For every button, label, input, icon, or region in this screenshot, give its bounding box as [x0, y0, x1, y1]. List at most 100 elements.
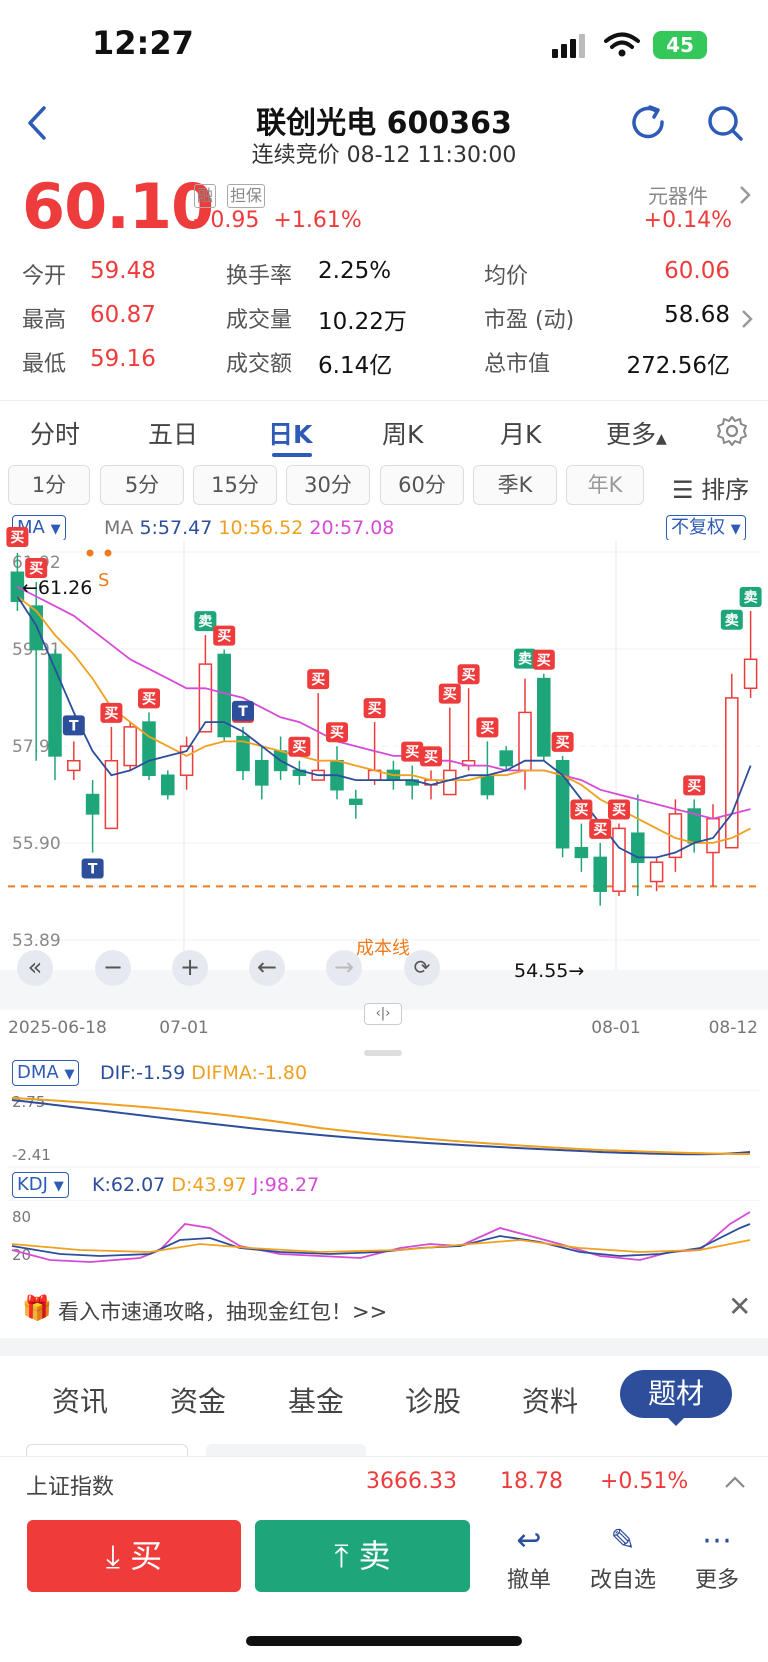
tab-theme[interactable]: 题材 — [620, 1370, 732, 1418]
tab-funds-flow[interactable]: 资金 — [170, 1380, 226, 1420]
arrow-left-icon[interactable]: ← — [249, 950, 285, 986]
candle-body — [725, 697, 739, 849]
period-15min[interactable]: 15分 — [193, 465, 277, 505]
tab-monthly-k[interactable]: 月K — [500, 415, 541, 451]
cost-line-label: 成本线 — [356, 938, 410, 959]
tab-weekly-k[interactable]: 周K — [382, 415, 423, 451]
quote-label: 成交量 — [226, 308, 293, 333]
chevron-up-icon[interactable] — [724, 1475, 746, 1489]
index-value: 3666.33 — [366, 1469, 457, 1494]
trade-marker-label: 买 — [462, 667, 476, 683]
trade-marker-label: 卖 — [198, 613, 212, 630]
chart-tabs: 分时 五日 日K 周K 月K 更多▲ — [0, 400, 768, 460]
trade-marker-label: 买 — [368, 701, 382, 717]
buy-icon: ⤓ — [105, 1537, 120, 1575]
gear-icon[interactable] — [716, 415, 748, 447]
drag-handle-icon[interactable]: ‹|› — [364, 1003, 402, 1025]
fast-back-icon[interactable]: « — [17, 950, 53, 986]
period-5min[interactable]: 5分 — [100, 465, 184, 505]
more-button[interactable]: ⋯ 更多 — [672, 1520, 762, 1594]
sell-button[interactable]: ⤒ 卖 — [255, 1520, 470, 1592]
buy-button[interactable]: ⤓ 买 — [27, 1520, 241, 1592]
margin-tag: 融 — [194, 184, 217, 208]
quote-value: 10.22万 — [318, 309, 407, 335]
candle-body — [743, 658, 758, 690]
trade-marker-label: 买 — [10, 530, 24, 546]
rotate-icon[interactable]: ⟳ — [404, 950, 440, 986]
dma-selector[interactable]: DMA ▼ — [12, 1060, 80, 1086]
candle-body — [255, 759, 269, 786]
arrow-right-icon[interactable]: → — [326, 950, 362, 986]
period-1min[interactable]: 1分 — [8, 465, 90, 505]
refresh-icon[interactable] — [630, 104, 668, 142]
current-price: 60.10 — [22, 170, 214, 243]
trade-marker-label: 买 — [480, 720, 494, 736]
index-name: 上证指数 — [26, 1475, 115, 1500]
period-60min[interactable]: 60分 — [380, 465, 464, 505]
d-line — [11, 1239, 751, 1253]
adjust-selector[interactable]: 不复权 ▼ — [666, 515, 746, 541]
zoom-in-icon[interactable]: + — [172, 950, 208, 986]
tab-five-day[interactable]: 五日 — [148, 415, 198, 451]
tab-more[interactable]: 更多▲ — [606, 415, 667, 451]
tab-fund[interactable]: 基金 — [288, 1380, 344, 1420]
menu-icon: ☰ — [672, 476, 694, 504]
watchlist-button[interactable]: ✎ 改自选 — [578, 1520, 668, 1594]
promo-banner[interactable]: 🎁 看入市速通攻略，抽现金红包！>> ✕ — [0, 1280, 768, 1338]
price-change: +0.95 +1.61% — [192, 208, 362, 233]
candle-body — [706, 817, 720, 854]
kline-chart[interactable]: 61.9259.9157.9055.9053.89 2025-06-1807-0… — [0, 526, 768, 1038]
period-30min[interactable]: 30分 — [286, 465, 370, 505]
trade-marker-label: 买 — [574, 803, 588, 819]
collateral-tag: 担保 — [227, 184, 266, 208]
tab-intraday[interactable]: 分时 — [30, 415, 80, 451]
low-marker: 54.55→ — [514, 960, 584, 982]
candle-body — [649, 861, 664, 883]
ma20-value: 20:57.08 — [309, 517, 395, 539]
zoom-out-icon[interactable]: − — [95, 950, 131, 986]
trade-marker-label: 买 — [593, 822, 607, 838]
sort-button[interactable]: ☰ 排序 — [672, 470, 749, 505]
chevron-right-icon[interactable] — [738, 184, 752, 206]
close-icon[interactable]: ✕ — [728, 1290, 751, 1323]
candle-body — [574, 846, 589, 859]
x-axis-label: 2025-06-18 — [8, 1018, 107, 1038]
tab-daily-k[interactable]: 日K — [268, 415, 312, 451]
x-axis-label: 08-12 — [709, 1018, 758, 1038]
tab-news[interactable]: 资讯 — [52, 1380, 108, 1420]
more-label: 更多 — [694, 1568, 739, 1593]
search-icon[interactable] — [706, 104, 744, 142]
dma-chart: 2.75 -2.41 — [8, 1090, 760, 1168]
x-axis-label: 07-01 — [159, 1018, 208, 1038]
home-indicator[interactable] — [246, 1636, 522, 1646]
section-divider — [0, 1338, 768, 1356]
candle-body — [67, 759, 81, 772]
trade-marker-label: 买 — [142, 691, 156, 707]
period-year-k[interactable]: 年K — [566, 465, 644, 505]
gift-icon: 🎁 — [22, 1294, 52, 1322]
battery-icon: 45 — [653, 31, 707, 59]
trade-marker-label: 买 — [29, 561, 43, 577]
tab-diagnosis[interactable]: 诊股 — [405, 1380, 461, 1420]
chevron-right-icon[interactable] — [740, 308, 754, 330]
kdj-selector[interactable]: KDJ ▼ — [12, 1172, 69, 1198]
x-axis-label: 08-01 — [591, 1018, 640, 1038]
trade-marker-label: 卖 — [725, 612, 739, 629]
dma-y-bottom: -2.41 — [12, 1146, 51, 1164]
trade-marker-label: 买 — [537, 653, 551, 669]
tab-underline — [272, 453, 312, 457]
tab-profile[interactable]: 资料 — [522, 1380, 578, 1420]
splitter-handle[interactable] — [364, 1050, 402, 1056]
quote-label: 总市值 — [484, 352, 551, 377]
sector-name[interactable]: 元器件 — [648, 180, 708, 209]
cancel-order-button[interactable]: ↩ 撤单 — [484, 1520, 574, 1594]
index-ticker[interactable]: 上证指数 3666.33 18.78 +0.51% — [0, 1456, 768, 1510]
ma5-value: 5:57.47 — [139, 517, 213, 539]
period-quarter-k[interactable]: 季K — [473, 465, 557, 505]
signal-icon — [552, 34, 585, 58]
candle-body — [29, 605, 43, 651]
ma10-value: 10:56.52 — [218, 517, 304, 539]
caret-down-icon: ▼ — [64, 1067, 75, 1082]
quote-value: 272.56亿 — [626, 353, 730, 379]
quote-value[interactable]: 58.68 — [664, 302, 730, 328]
